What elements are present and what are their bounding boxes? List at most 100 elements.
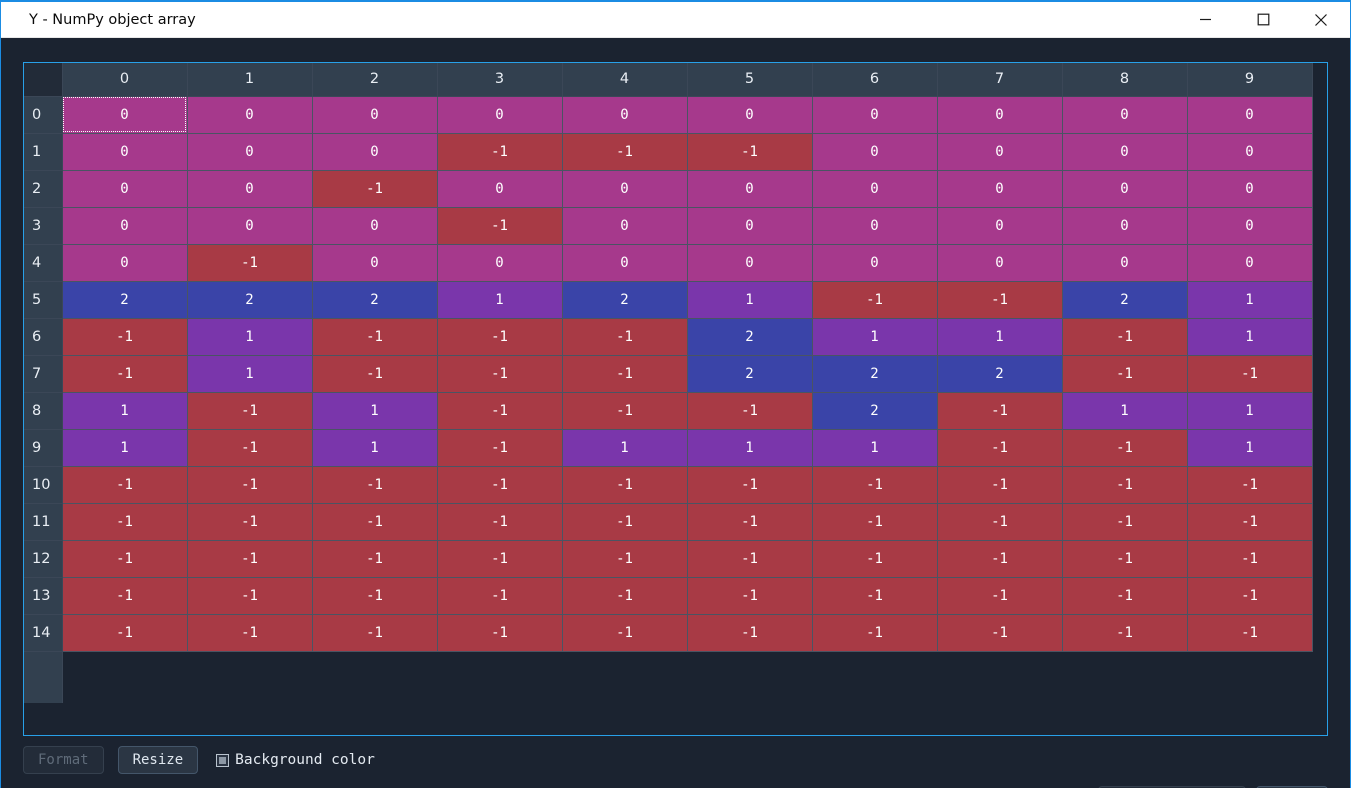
row-header[interactable]: 5 (24, 280, 63, 319)
array-cell[interactable]: 1 (186, 317, 313, 356)
array-cell[interactable]: -1 (436, 132, 563, 171)
column-header[interactable]: 3 (436, 63, 563, 97)
row-header[interactable]: 1 (24, 132, 63, 171)
array-cell[interactable]: -1 (686, 132, 813, 171)
array-cell[interactable]: 1 (686, 280, 813, 319)
column-header[interactable]: 2 (311, 63, 438, 97)
array-cell[interactable]: -1 (186, 613, 313, 652)
array-cell[interactable]: 0 (311, 95, 438, 134)
array-cell[interactable]: -1 (1061, 502, 1188, 541)
array-cell[interactable]: 1 (311, 428, 438, 467)
array-cell[interactable]: -1 (311, 576, 438, 615)
array-cell[interactable]: -1 (686, 576, 813, 615)
array-cell[interactable]: 0 (436, 243, 563, 282)
array-cell[interactable]: -1 (311, 465, 438, 504)
row-header[interactable]: 4 (24, 243, 63, 282)
array-cell[interactable]: -1 (1186, 354, 1313, 393)
array-cell[interactable]: 0 (686, 243, 813, 282)
column-header[interactable]: 0 (61, 63, 188, 97)
array-cell[interactable]: 0 (311, 206, 438, 245)
row-header[interactable]: 12 (24, 539, 63, 578)
array-cell[interactable]: 2 (686, 317, 813, 356)
array-cell[interactable]: -1 (1186, 576, 1313, 615)
array-cell[interactable]: -1 (561, 354, 688, 393)
array-cell[interactable]: 0 (1061, 206, 1188, 245)
array-cell[interactable]: -1 (936, 613, 1063, 652)
array-cell[interactable]: 1 (811, 428, 938, 467)
array-cell[interactable]: -1 (186, 502, 313, 541)
array-cell[interactable]: -1 (1061, 428, 1188, 467)
array-cell[interactable]: -1 (686, 502, 813, 541)
array-cell[interactable]: 0 (61, 95, 188, 134)
array-cell[interactable]: 0 (686, 169, 813, 208)
array-table-container[interactable]: 0123456789 0 0 0 0 0 0 0 0 0 0 0 1 0 0 0 -1 -1 -1 0 0 0 0 2 0 0-… (23, 62, 1328, 736)
array-cell[interactable]: -1 (936, 502, 1063, 541)
array-cell[interactable]: -1 (61, 465, 188, 504)
row-header[interactable]: 11 (24, 502, 63, 541)
array-cell[interactable]: 0 (1061, 243, 1188, 282)
array-cell[interactable]: 0 (1186, 243, 1313, 282)
array-cell[interactable]: -1 (561, 465, 688, 504)
array-cell[interactable]: -1 (561, 539, 688, 578)
array-cell[interactable]: 0 (686, 206, 813, 245)
array-cell[interactable]: -1 (186, 576, 313, 615)
array-cell[interactable]: 1 (686, 428, 813, 467)
array-cell[interactable]: -1 (936, 465, 1063, 504)
array-cell[interactable]: -1 (936, 428, 1063, 467)
array-cell[interactable]: 0 (936, 243, 1063, 282)
background-color-checkbox[interactable] (216, 753, 230, 767)
array-cell[interactable]: 2 (61, 280, 188, 319)
array-cell[interactable]: 1 (811, 317, 938, 356)
array-cell[interactable]: -1 (561, 502, 688, 541)
array-cell[interactable]: 0 (811, 243, 938, 282)
array-cell[interactable]: -1 (1186, 539, 1313, 578)
array-cell[interactable]: -1 (561, 317, 688, 356)
row-header[interactable]: 14 (24, 613, 63, 652)
array-cell[interactable]: -1 (436, 354, 563, 393)
array-cell[interactable]: -1 (311, 613, 438, 652)
array-cell[interactable]: -1 (186, 391, 313, 430)
array-cell[interactable]: -1 (436, 502, 563, 541)
row-header[interactable]: 6 (24, 317, 63, 356)
array-cell[interactable]: 2 (811, 391, 938, 430)
array-cell[interactable]: 1 (1186, 317, 1313, 356)
array-cell[interactable]: -1 (561, 613, 688, 652)
array-cell[interactable]: 0 (61, 132, 188, 171)
array-cell[interactable]: 0 (1186, 95, 1313, 134)
array-cell[interactable]: 2 (186, 280, 313, 319)
array-cell[interactable]: 0 (1186, 169, 1313, 208)
array-cell[interactable]: -1 (1061, 465, 1188, 504)
column-header[interactable]: 7 (936, 63, 1063, 97)
array-cell[interactable]: -1 (186, 243, 313, 282)
array-cell[interactable]: -1 (186, 465, 313, 504)
array-cell[interactable]: -1 (811, 613, 938, 652)
array-cell[interactable]: 1 (61, 428, 188, 467)
format-button[interactable]: Format (23, 746, 104, 774)
array-cell[interactable]: -1 (811, 502, 938, 541)
array-cell[interactable]: 1 (1186, 391, 1313, 430)
array-cell[interactable]: -1 (61, 613, 188, 652)
array-cell[interactable]: -1 (1186, 613, 1313, 652)
array-cell[interactable]: 0 (561, 169, 688, 208)
array-cell[interactable]: 2 (311, 280, 438, 319)
array-cell[interactable]: -1 (686, 539, 813, 578)
array-cell[interactable]: -1 (811, 280, 938, 319)
array-cell[interactable]: 0 (186, 206, 313, 245)
array-cell[interactable]: 0 (1061, 132, 1188, 171)
array-cell[interactable]: -1 (936, 576, 1063, 615)
close-button[interactable] (1292, 2, 1350, 38)
array-cell[interactable]: 0 (561, 95, 688, 134)
array-cell[interactable]: 0 (686, 95, 813, 134)
array-cell[interactable]: 0 (936, 169, 1063, 208)
array-cell[interactable]: 1 (1061, 391, 1188, 430)
array-cell[interactable]: -1 (311, 169, 438, 208)
array-cell[interactable]: -1 (936, 280, 1063, 319)
array-cell[interactable]: 1 (186, 354, 313, 393)
array-cell[interactable]: 0 (561, 206, 688, 245)
array-cell[interactable]: -1 (1061, 576, 1188, 615)
array-cell[interactable]: 2 (936, 354, 1063, 393)
array-cell[interactable]: -1 (811, 576, 938, 615)
array-cell[interactable]: 0 (186, 132, 313, 171)
array-cell[interactable]: 1 (311, 391, 438, 430)
array-cell[interactable]: 0 (1186, 206, 1313, 245)
